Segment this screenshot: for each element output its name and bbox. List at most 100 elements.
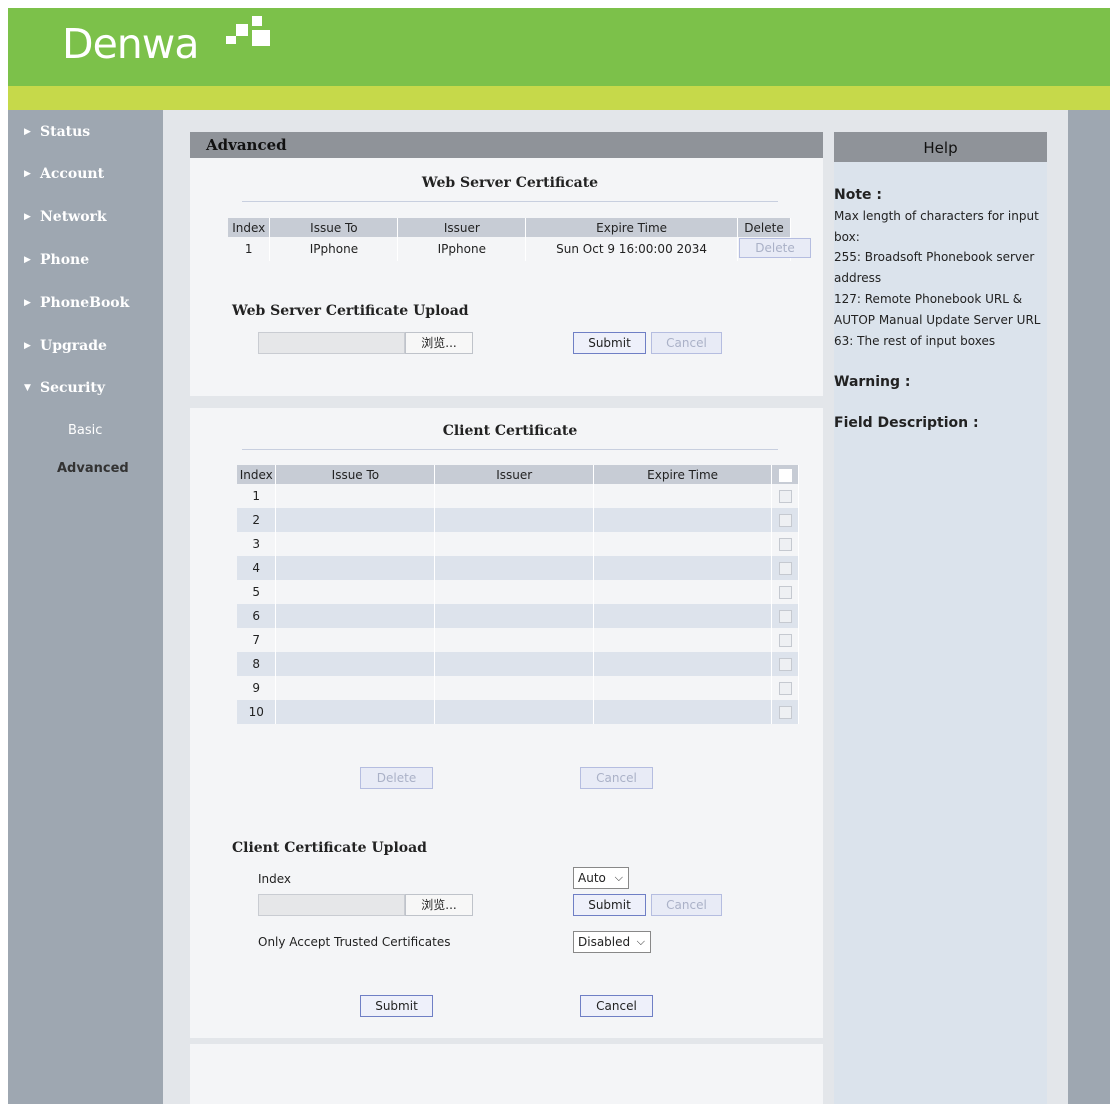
cancel-button[interactable]: Cancel [580,995,653,1017]
cell-issuer [434,700,595,724]
brand-logo-text: Denwa [62,20,199,68]
cell-select [771,628,799,652]
table-row: 1 IPphone IPphone Sun Oct 9 16:00:00 203… [228,237,791,261]
cell-select [771,532,799,556]
cell-issue-to [275,508,436,532]
col-header-delete: Delete [737,218,791,237]
client-upload-cancel-button[interactable]: Cancel [651,894,722,916]
cell-issuer: IPphone [397,237,527,261]
row-checkbox[interactable] [778,538,792,551]
cell-expire-time: Sun Oct 9 16:00:00 2034 [525,237,738,261]
row-checkbox[interactable] [778,586,792,599]
sidebar-subitem-advanced[interactable]: Advanced [57,461,129,476]
cell-expire-time [593,580,772,604]
cell-expire-time [593,484,772,508]
sidebar-item-upgrade[interactable]: ▶ Upgrade [24,338,107,354]
client-upload-title: Client Certificate Upload [232,840,427,856]
client-upload-submit-button[interactable]: Submit [573,894,646,916]
table-row: 10 [237,700,799,724]
col-header-issuer: Issuer [397,218,527,237]
divider [242,201,778,202]
col-header-issue-to: Issue To [275,465,436,484]
col-header-expire-time: Expire Time [525,218,738,237]
cell-issuer [434,652,595,676]
cell-select [771,604,799,628]
sidebar-item-phone[interactable]: ▶ Phone [24,252,89,268]
client-cert-cancel-button[interactable]: Cancel [580,767,653,789]
cell-issue-to [275,652,436,676]
index-label: Index [258,872,292,886]
col-header-expire-time: Expire Time [593,465,772,484]
cell-select [771,676,799,700]
cell-expire-time [593,628,772,652]
table-header-row: Index Issue To Issuer Expire Time [237,465,799,484]
cell-issue-to [275,580,436,604]
sidebar-item-phonebook[interactable]: ▶ PhoneBook [24,295,129,311]
row-checkbox[interactable] [778,658,792,671]
chevron-down-icon: ⌵ [614,871,623,884]
help-field-description-label: Field Description : [834,415,979,431]
sidebar-item-network[interactable]: ▶ Network [24,209,107,225]
col-header-select [771,465,799,484]
divider [242,449,778,450]
web-upload-submit-button[interactable]: Submit [573,332,646,354]
trusted-certs-select[interactable]: Disabled ⌵ [573,931,651,953]
web-upload-title: Web Server Certificate Upload [232,303,469,319]
triangle-right-icon: ▶ [24,127,31,137]
select-all-checkbox[interactable] [778,468,792,482]
cell-issue-to [275,556,436,580]
col-header-index: Index [228,218,271,237]
cell-index: 1 [237,484,277,508]
cell-index: 6 [237,604,277,628]
table-row: 8 [237,652,799,676]
client-upload-browse-button[interactable]: 浏览... [405,894,473,916]
triangle-right-icon: ▶ [24,212,31,222]
section-divider [190,1038,823,1044]
cell-expire-time [593,556,772,580]
cell-issuer [434,604,595,628]
row-checkbox[interactable] [778,490,792,503]
triangle-right-icon: ▶ [24,341,31,351]
cell-issuer [434,580,595,604]
cell-expire-time [593,532,772,556]
table-row: 2 [237,508,799,532]
index-select[interactable]: Auto ⌵ [573,867,629,889]
table-row: 5 [237,580,799,604]
web-upload-browse-button[interactable]: 浏览... [405,332,473,354]
web-cert-table: Index Issue To Issuer Expire Time Delete… [228,218,791,261]
client-upload-file-input[interactable] [258,894,405,916]
sidebar-item-account[interactable]: ▶ Account [24,166,104,182]
row-checkbox[interactable] [778,682,792,695]
row-checkbox[interactable] [778,706,792,719]
cell-select [771,652,799,676]
row-checkbox[interactable] [778,610,792,623]
client-cert-title: Client Certificate [442,423,578,439]
table-row: 7 [237,628,799,652]
cell-select [771,580,799,604]
sidebar-subitem-basic[interactable]: Basic [68,423,102,438]
triangle-down-icon: ▼ [24,383,31,393]
col-header-index: Index [237,465,277,484]
client-cert-table: Index Issue To Issuer Expire Time 123456… [237,465,799,724]
cell-index: 4 [237,556,277,580]
web-upload-file-input[interactable] [258,332,405,354]
triangle-right-icon: ▶ [24,298,31,308]
client-cert-delete-button[interactable]: Delete [360,767,433,789]
cell-index: 1 [228,237,271,261]
sidebar-item-status[interactable]: ▶ Status [24,124,90,140]
cell-select [771,556,799,580]
cell-issue-to [275,484,436,508]
col-header-issuer: Issuer [434,465,595,484]
submit-button[interactable]: Submit [360,995,433,1017]
web-upload-cancel-button[interactable]: Cancel [651,332,722,354]
cell-index: 2 [237,508,277,532]
web-cert-delete-button[interactable]: Delete [739,238,811,258]
cell-issue-to [275,676,436,700]
cell-issuer [434,508,595,532]
row-checkbox[interactable] [778,514,792,527]
row-checkbox[interactable] [778,562,792,575]
row-checkbox[interactable] [778,634,792,647]
help-note-line: 255: Broadsoft Phonebook server address [834,250,1035,285]
table-row: 9 [237,676,799,700]
sidebar-item-security[interactable]: ▼ Security [24,380,105,396]
